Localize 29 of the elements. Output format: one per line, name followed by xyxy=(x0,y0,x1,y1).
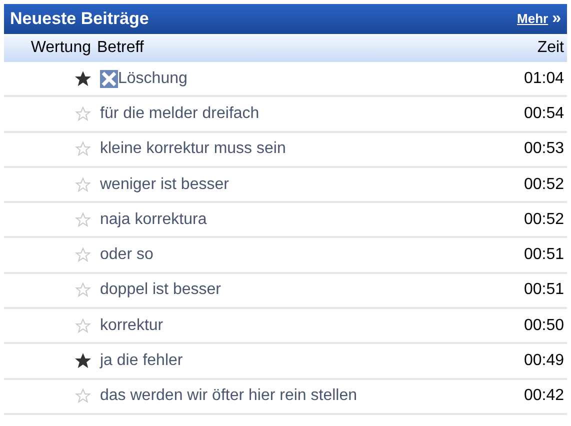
post-time: 00:52 xyxy=(524,210,565,230)
post-link[interactable]: naja korrektura xyxy=(100,208,207,232)
broken-image-icon xyxy=(100,70,118,88)
post-link[interactable]: das werden wir öfter hier rein stellen xyxy=(100,384,358,408)
star-icon[interactable] xyxy=(75,353,91,370)
post-time: 01:04 xyxy=(524,68,565,89)
column-header: Betreff xyxy=(97,38,145,58)
column-header: Zeit xyxy=(537,38,565,58)
post-time: 00:51 xyxy=(524,245,565,266)
star-icon[interactable] xyxy=(75,70,91,87)
post-link[interactable]: weniger ist besser xyxy=(100,172,229,197)
panel-title: Neueste Beiträge xyxy=(10,8,149,30)
post-time: 00:54 xyxy=(524,104,565,124)
post-time: 00:53 xyxy=(524,139,565,160)
post-time: 00:52 xyxy=(524,174,565,195)
column-header: Wertung xyxy=(30,38,91,58)
more-link[interactable]: Mehr xyxy=(517,9,548,29)
post-time: 00:42 xyxy=(524,386,565,406)
post-time: 00:50 xyxy=(524,316,565,336)
post-link[interactable]: Löschung xyxy=(118,66,188,91)
post-link[interactable]: ja die fehler xyxy=(100,349,183,374)
post-link[interactable]: korrektur xyxy=(100,314,164,338)
post-time: 00:49 xyxy=(524,351,565,372)
post-link[interactable]: doppel ist besser xyxy=(100,278,221,302)
double-chevron-icon: » xyxy=(552,11,561,27)
post-link[interactable]: für die melder dreifach xyxy=(100,102,260,126)
post-link[interactable]: oder so xyxy=(100,243,154,268)
post-time: 00:51 xyxy=(524,280,565,300)
post-link[interactable]: kleine korrektur muss sein xyxy=(100,137,286,162)
